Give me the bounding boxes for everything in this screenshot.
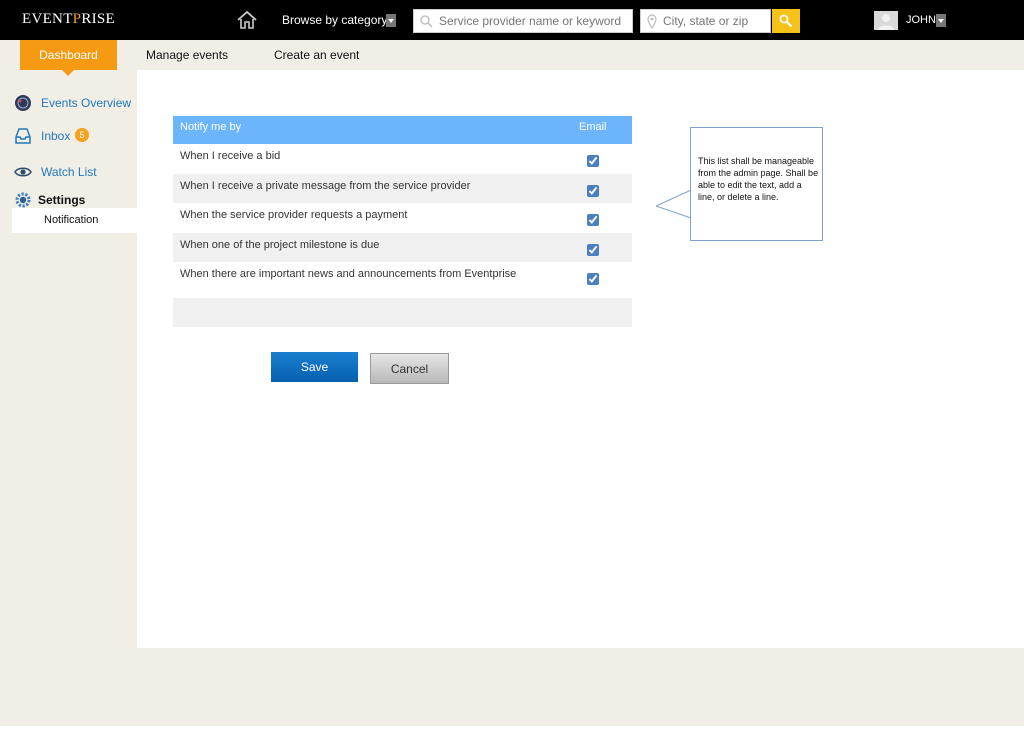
annotation-callout: This list shall be manageable from the a… [690, 127, 823, 241]
main-nav: Dashboard Manage events Create an event [0, 40, 1024, 76]
save-button[interactable]: Save [271, 352, 358, 382]
tab-create-event[interactable]: Create an event [274, 40, 359, 70]
gear-icon [15, 192, 31, 208]
inbox-count-badge: 5 [75, 128, 89, 142]
user-name[interactable]: JOHN [906, 14, 936, 26]
search-box [413, 9, 633, 33]
table-row: When I receive a bid [173, 144, 632, 174]
sidebar-item-notification[interactable]: Notification [12, 208, 137, 233]
cancel-button[interactable]: Cancel [370, 353, 449, 384]
email-checkbox[interactable] [587, 155, 599, 167]
user-icon [878, 14, 894, 30]
location-pin-icon [647, 14, 657, 29]
column-notify-me-by: Notify me by [180, 121, 242, 133]
search-button[interactable] [772, 9, 800, 33]
table-row: When there are important news and announ… [173, 262, 632, 292]
globe-icon [15, 95, 31, 111]
email-checkbox[interactable] [587, 273, 599, 286]
table-row: When one of the project milestone is due [173, 232, 632, 263]
search-input[interactable] [439, 14, 629, 28]
logo[interactable]: EVENTPRISE [22, 11, 115, 28]
inbox-icon [15, 128, 31, 144]
browse-by-category[interactable]: Browse by category [282, 13, 387, 27]
divider [0, 726, 1024, 731]
tab-dashboard[interactable]: Dashboard [20, 40, 117, 76]
top-bar: EVENTPRISE Browse by category JOHN [0, 0, 1024, 40]
eye-icon [14, 167, 32, 177]
email-checkbox[interactable] [587, 184, 599, 197]
table-header: Notify me by Email [173, 116, 632, 144]
email-checkbox[interactable] [587, 243, 599, 256]
table-footer [173, 297, 632, 327]
location-input[interactable] [663, 14, 768, 28]
chevron-down-icon[interactable] [936, 14, 946, 27]
column-email: Email [579, 121, 607, 133]
callout-pointer [656, 190, 692, 219]
email-checkbox[interactable] [587, 214, 599, 227]
footer [0, 648, 1024, 726]
search-icon [420, 15, 433, 28]
tab-manage-events[interactable]: Manage events [146, 40, 228, 70]
avatar[interactable] [874, 11, 898, 30]
chevron-down-icon[interactable] [386, 14, 396, 27]
main-panel: Notify me by Email When I receive a bid … [137, 70, 1024, 648]
notification-table: Notify me by Email When I receive a bid … [173, 116, 632, 327]
table-row: When the service provider requests a pay… [173, 203, 632, 233]
table-row: When I receive a private message from th… [173, 173, 632, 204]
home-icon[interactable] [236, 10, 258, 30]
location-box [640, 9, 771, 33]
search-icon [779, 14, 793, 28]
